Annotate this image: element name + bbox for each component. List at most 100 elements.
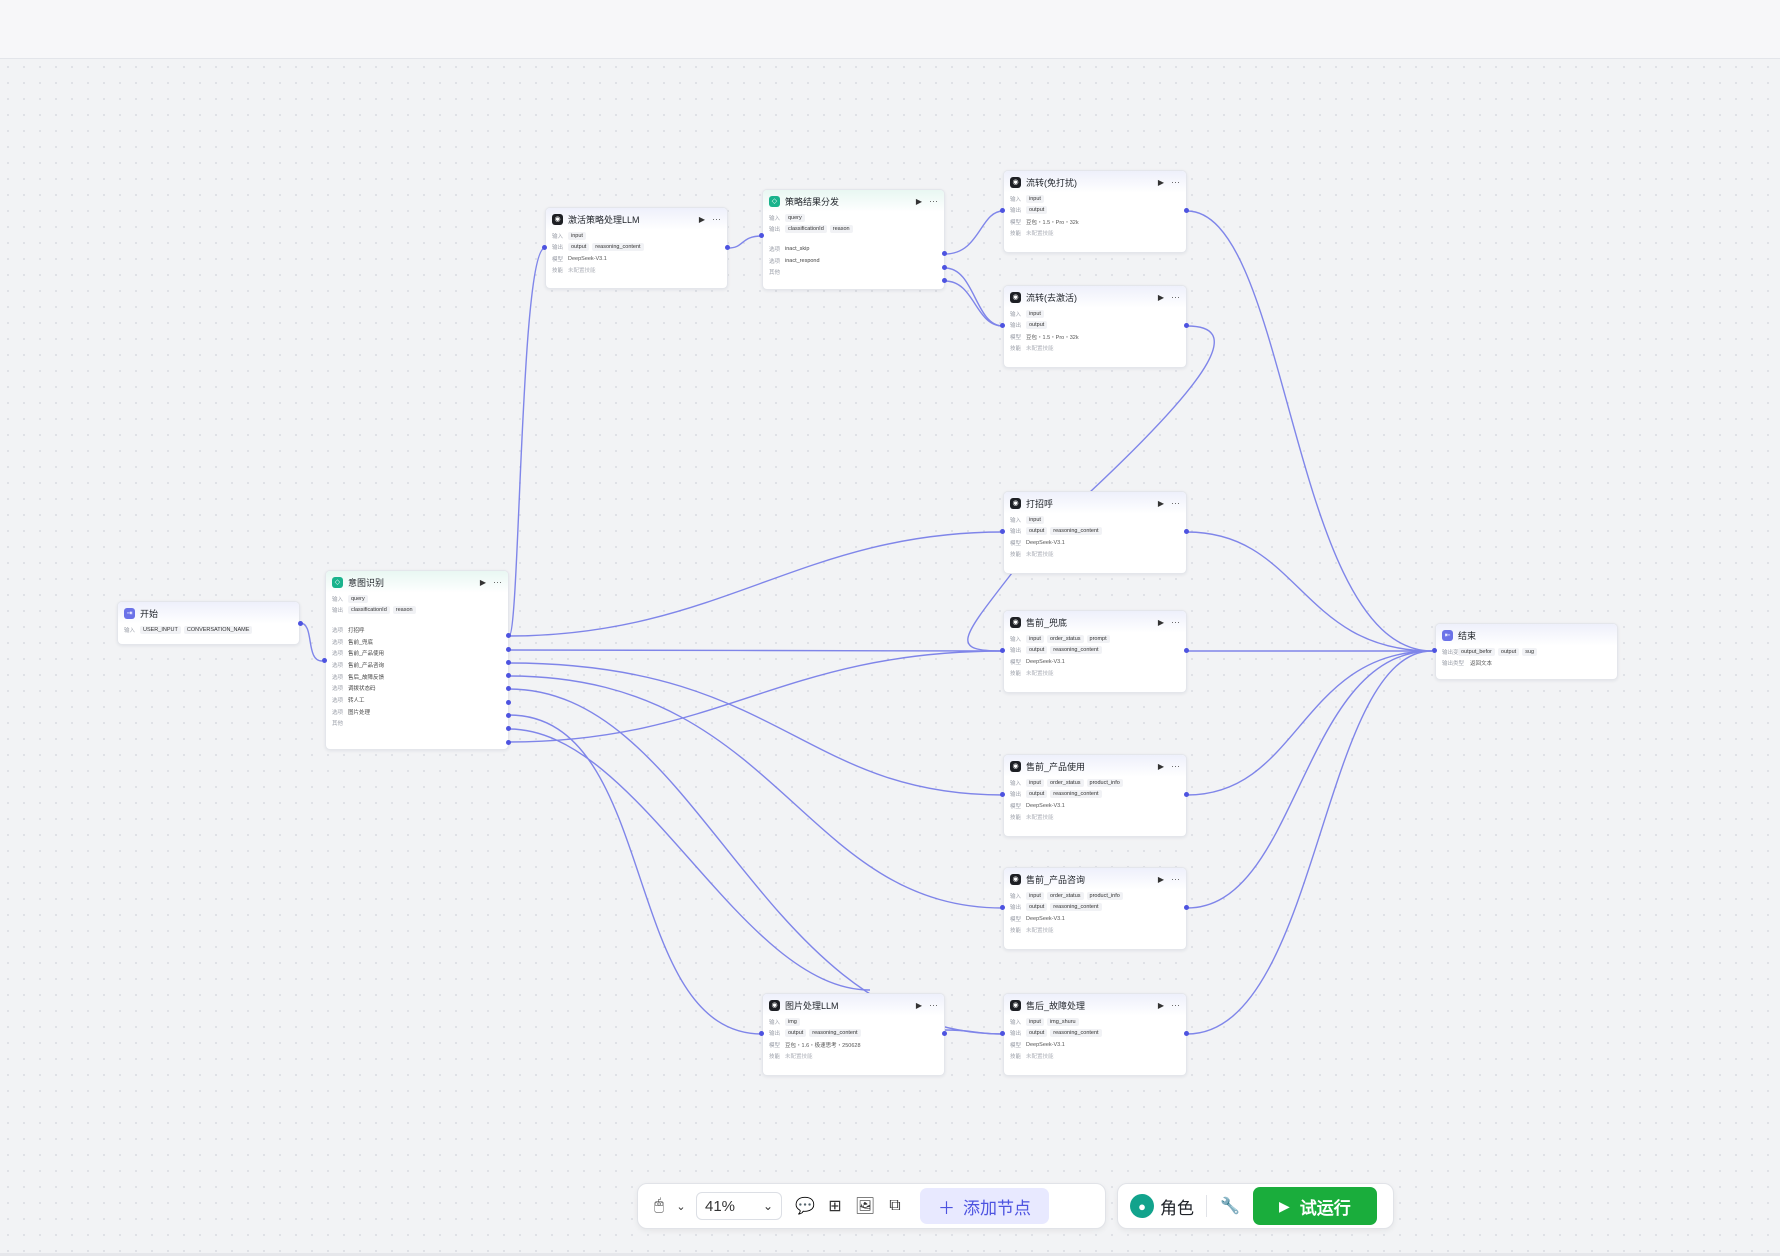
run-node-icon[interactable]: ▶	[480, 578, 486, 587]
more-icon[interactable]: ···	[1171, 1000, 1180, 1010]
node-intent[interactable]: ◇ 意图识别 ▶ ··· 输入 query 输出 classificationId reas…	[325, 570, 509, 750]
var-tag: input	[1026, 1017, 1044, 1026]
port-out[interactable]	[1184, 792, 1189, 797]
row-label: 输出	[1010, 905, 1022, 912]
port-out[interactable]	[1184, 323, 1189, 328]
minimap-icon[interactable]: ⧉	[880, 1191, 910, 1221]
run-node-icon[interactable]: ▶	[916, 1001, 922, 1010]
test-run-button[interactable]: ▶ 试运行	[1253, 1187, 1377, 1225]
run-node-icon[interactable]: ▶	[1158, 1001, 1164, 1010]
port-in[interactable]	[1000, 792, 1005, 797]
image-export-icon[interactable]: 🖼	[850, 1191, 880, 1221]
port-out[interactable]	[506, 713, 511, 718]
var-tag: query	[785, 213, 805, 222]
port-in[interactable]	[1000, 905, 1005, 910]
more-icon[interactable]: ···	[712, 214, 721, 224]
add-node-label: 添加节点	[963, 1198, 1031, 1218]
run-node-icon[interactable]: ▶	[916, 197, 922, 206]
chevron-down-icon[interactable]: ⌄	[674, 1191, 688, 1221]
port-out[interactable]	[725, 245, 730, 250]
port-out[interactable]	[506, 740, 511, 745]
model-name: 豆包・1.5・Pro・32k	[1026, 219, 1079, 226]
port-out[interactable]	[1184, 905, 1189, 910]
row-label: 输出类型	[1442, 661, 1465, 668]
var-tag: input	[1026, 194, 1044, 203]
run-node-icon[interactable]: ▶	[1158, 178, 1164, 187]
role-button[interactable]: ● 角色	[1130, 1194, 1194, 1219]
node-strategy[interactable]: ◇ 策略结果分发 ▶ ··· 输入 query 输出 classificationId re…	[762, 189, 945, 290]
comment-icon[interactable]: 💬	[790, 1191, 820, 1221]
port-out[interactable]	[506, 686, 511, 691]
node-activate-llm[interactable]: ◉ 激活策略处理LLM ▶ ··· 输入 input 输出 output reasoning…	[545, 207, 728, 289]
port-in[interactable]	[759, 233, 764, 238]
skill-text: 未配置技能	[1026, 815, 1054, 822]
more-icon[interactable]: ···	[929, 1000, 938, 1010]
more-icon[interactable]: ···	[929, 196, 938, 206]
port-in[interactable]	[759, 1031, 764, 1036]
skill-text: 未配置技能	[785, 1054, 813, 1061]
layout-grid-icon[interactable]: ⊞	[820, 1191, 850, 1221]
zoom-select[interactable]: 41% ⌄	[696, 1192, 782, 1220]
node-title: 打招呼	[1026, 498, 1054, 509]
more-icon[interactable]: ···	[1171, 498, 1180, 508]
node-presale-usage[interactable]: ◉ 售前_产品使用 ▶ ··· 输入 input order_status product_…	[1003, 754, 1187, 837]
port-in[interactable]	[542, 245, 547, 250]
port-out[interactable]	[1184, 529, 1189, 534]
var-tag: output	[1026, 321, 1048, 330]
port-in[interactable]	[1000, 1031, 1005, 1036]
port-out[interactable]	[298, 621, 303, 626]
node-flow-deactivate[interactable]: ◉ 流转(去激活) ▶ ··· 输入 input 输出 output 模型 豆包・1.5・P…	[1003, 285, 1187, 368]
node-image-llm[interactable]: ◉ 图片处理LLM ▶ ··· 输入 img 输出 output reasoning_con…	[762, 993, 945, 1076]
run-node-icon[interactable]: ▶	[1158, 875, 1164, 884]
node-start[interactable]: ⇥ 开始 输入 USER_INPUT CONVERSATION_NAME	[117, 601, 300, 645]
run-node-icon[interactable]: ▶	[699, 215, 705, 224]
port-in[interactable]	[322, 658, 327, 663]
port-in[interactable]	[1000, 648, 1005, 653]
port-out[interactable]	[942, 265, 947, 270]
run-node-icon[interactable]: ▶	[1158, 293, 1164, 302]
port-out[interactable]	[506, 633, 511, 638]
row-label: 其他	[769, 270, 781, 277]
more-icon[interactable]: ···	[1171, 617, 1180, 627]
more-icon[interactable]: ···	[1171, 292, 1180, 302]
node-end[interactable]: ⇤ 结束 输出变量 output_befor output sug 输出类型 返回文本	[1435, 623, 1618, 680]
run-node-icon[interactable]: ▶	[1158, 618, 1164, 627]
run-node-icon[interactable]: ▶	[1158, 499, 1164, 508]
node-aftersale-fault[interactable]: ◉ 售后_故障处理 ▶ ··· 输入 input img_shuru 输出 output re…	[1003, 993, 1187, 1076]
more-icon[interactable]: ···	[493, 577, 502, 587]
row-label: 选项	[332, 686, 344, 693]
port-out[interactable]	[1184, 648, 1189, 653]
port-out[interactable]	[506, 647, 511, 652]
node-title: 售前_产品使用	[1026, 761, 1086, 772]
port-out[interactable]	[1184, 208, 1189, 213]
port-out[interactable]	[506, 660, 511, 665]
node-flow-no-disturb[interactable]: ◉ 流转(免打扰) ▶ ··· 输入 input 输出 output 模型 豆包・1.5・P…	[1003, 170, 1187, 253]
more-icon[interactable]: ···	[1171, 874, 1180, 884]
port-out[interactable]	[506, 726, 511, 731]
node-title: 流转(免打扰)	[1026, 177, 1077, 188]
option-label: 打招呼	[348, 627, 365, 634]
var-tag: output	[1026, 206, 1048, 215]
port-in[interactable]	[1000, 529, 1005, 534]
more-icon[interactable]: ···	[1171, 177, 1180, 187]
classifier-icon: ◇	[332, 576, 343, 588]
port-in[interactable]	[1432, 648, 1437, 653]
port-out[interactable]	[506, 700, 511, 705]
port-in[interactable]	[1000, 208, 1005, 213]
port-out[interactable]	[942, 278, 947, 283]
var-tag: input	[1026, 634, 1044, 643]
port-in[interactable]	[1000, 323, 1005, 328]
port-out[interactable]	[1184, 1031, 1189, 1036]
port-out[interactable]	[942, 251, 947, 256]
node-presale-fallback[interactable]: ◉ 售前_兜底 ▶ ··· 输入 input order_status prompt 输出 o…	[1003, 610, 1187, 693]
port-out[interactable]	[942, 1031, 947, 1036]
row-label: 输入	[124, 627, 136, 634]
mouse-mode-icon[interactable]: 🖱	[644, 1191, 674, 1221]
node-presale-consult[interactable]: ◉ 售前_产品咨询 ▶ ··· 输入 input order_status product_…	[1003, 867, 1187, 950]
add-node-button[interactable]: ＋ 添加节点	[920, 1188, 1049, 1224]
run-node-icon[interactable]: ▶	[1158, 762, 1164, 771]
port-out[interactable]	[506, 673, 511, 678]
node-greet[interactable]: ◉ 打招呼 ▶ ··· 输入 input 输出 output reasoning_conte…	[1003, 491, 1187, 574]
wrench-icon[interactable]: 🔧	[1219, 1191, 1241, 1221]
more-icon[interactable]: ···	[1171, 761, 1180, 771]
